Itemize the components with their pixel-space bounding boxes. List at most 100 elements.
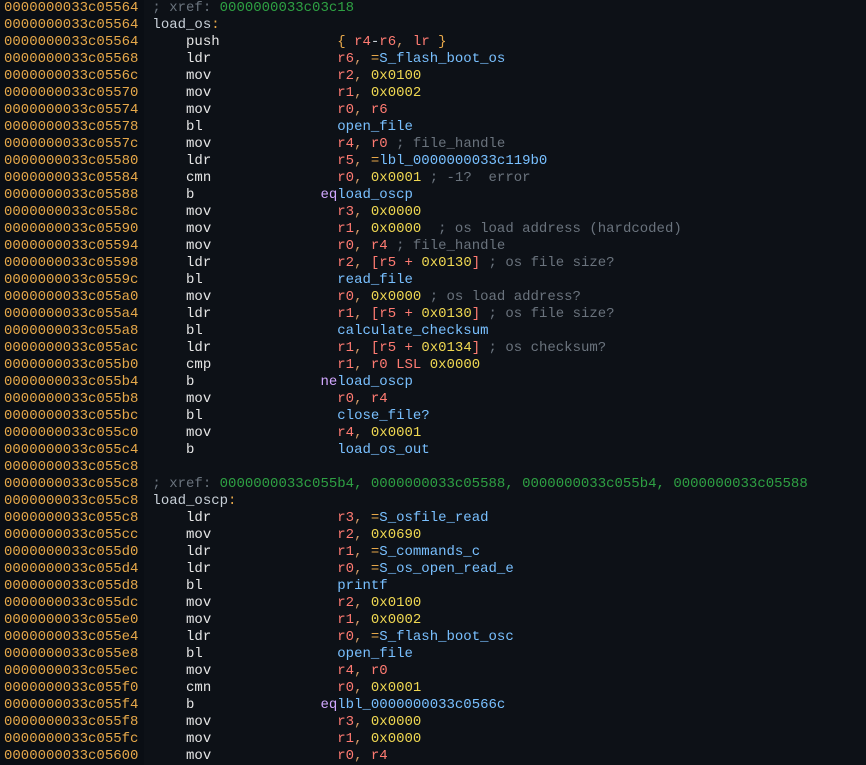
indent [152,374,186,390]
gutter-addr: 0000000033c055dc [0,595,144,612]
gutter-addr: 0000000033c05564 [0,34,144,51]
asm-line: mov r0, 0x0000 ; os load address? [152,289,858,306]
reg: r6 [337,51,354,67]
reg: r3 [337,510,354,526]
disassembly-view: 0000000033c055640000000033c0556400000000… [0,0,866,765]
indent [152,680,186,696]
reg: r0 [337,170,354,186]
reg: r4 [337,136,354,152]
sp [421,357,429,373]
indent [152,544,186,560]
asm-line: ldr r6, =S_flash_boot_os [152,51,858,68]
comma: , [354,306,371,322]
gutter-addr: 0000000033c055b0 [0,357,144,374]
reg: r0 [337,748,354,764]
indent [152,391,186,407]
imm: 0x0100 [371,595,421,611]
comment: ; os checksum? [480,340,606,356]
plus: + [396,340,421,356]
xref-comment: ; xref: [152,476,219,492]
mnemonic: cmn [186,170,337,186]
gutter-addr: 0000000033c0558c [0,204,144,221]
imm: 0x0134 [421,340,471,356]
mnemonic: mov [186,731,337,747]
gutter-addr: 0000000033c055b4 [0,374,144,391]
reg: r2 [337,527,354,543]
indent [152,408,186,424]
asm-line: ldr r1, =S_commands_c [152,544,858,561]
indent [152,595,186,611]
gutter-addr: 0000000033c0556c [0,68,144,85]
reg: r3 [337,204,354,220]
indent [152,187,186,203]
gutter-addr: 0000000033c05578 [0,119,144,136]
reg: r4 [337,663,354,679]
imm: 0x0001 [371,425,421,441]
asm-line: bl calculate_checksum [152,323,858,340]
comment: ; os load address? [421,289,581,305]
lsl: LSL [396,357,421,373]
plus: + [396,306,421,322]
reg: r1 [337,306,354,322]
mnemonic: ldr [186,561,337,577]
reg: r0 [337,289,354,305]
symbol: lbl_0000000033c0566c [337,697,505,713]
symbol: S_os_open_read_e [379,561,513,577]
mnemonic: mov [186,136,337,152]
mnemonic: mov [186,612,337,628]
cond: eq [320,697,337,713]
mnemonic: mov [186,663,337,679]
pad [194,374,320,390]
comma: , [354,170,371,186]
indent [152,697,186,713]
comma: , [354,204,371,220]
gutter-addr: 0000000033c05598 [0,255,144,272]
reg: r1 [337,544,354,560]
comment: ; os file size? [480,255,614,271]
mnemonic: mov [186,425,337,441]
asm-line: mov r4, r0 ; file_handle [152,136,858,153]
mnemonic: mov [186,595,337,611]
brace-open: { [337,34,354,50]
indent [152,357,186,373]
asm-line: mov r2, 0x0690 [152,527,858,544]
gutter-addr: 0000000033c055bc [0,408,144,425]
reg: r0 [371,136,388,152]
imm: 0x0001 [371,680,421,696]
sp [388,357,396,373]
mnemonic: mov [186,391,337,407]
reg: r0 [371,357,388,373]
asm-line [152,459,858,476]
comma: , [354,85,371,101]
asm-line: load_oscp: [152,493,858,510]
gutter-addr: 0000000033c055a8 [0,323,144,340]
gutter-addr: 0000000033c055fc [0,731,144,748]
asm-line: b eqlbl_0000000033c0566c [152,697,858,714]
reg: r1 [337,357,354,373]
mnemonic: push [186,34,337,50]
symbol: lbl_0000000033c119b0 [379,153,547,169]
indent [152,578,186,594]
comma: , [354,238,371,254]
indent [152,204,186,220]
gutter-addr: 0000000033c05570 [0,85,144,102]
gutter-addr: 0000000033c05574 [0,102,144,119]
gutter-addr: 0000000033c055cc [0,527,144,544]
asm-line: b load_os_out [152,442,858,459]
comma: , [354,561,371,577]
symbol: load_oscp [337,187,413,203]
indent [152,34,186,50]
comma: , [354,510,371,526]
comment: ; os file size? [480,306,614,322]
asm-line: ldr r0, =S_os_open_read_e [152,561,858,578]
imm: 0x0002 [371,612,421,628]
mnemonic: bl [186,578,337,594]
asm-line: bl close_file? [152,408,858,425]
asm-line: mov r1, 0x0002 [152,612,858,629]
indent [152,646,186,662]
reg: r4 [337,425,354,441]
gutter-addr: 0000000033c055ac [0,340,144,357]
mnemonic: cmp [186,357,337,373]
symbol: calculate_checksum [337,323,488,339]
asm-line: mov r2, 0x0100 [152,68,858,85]
